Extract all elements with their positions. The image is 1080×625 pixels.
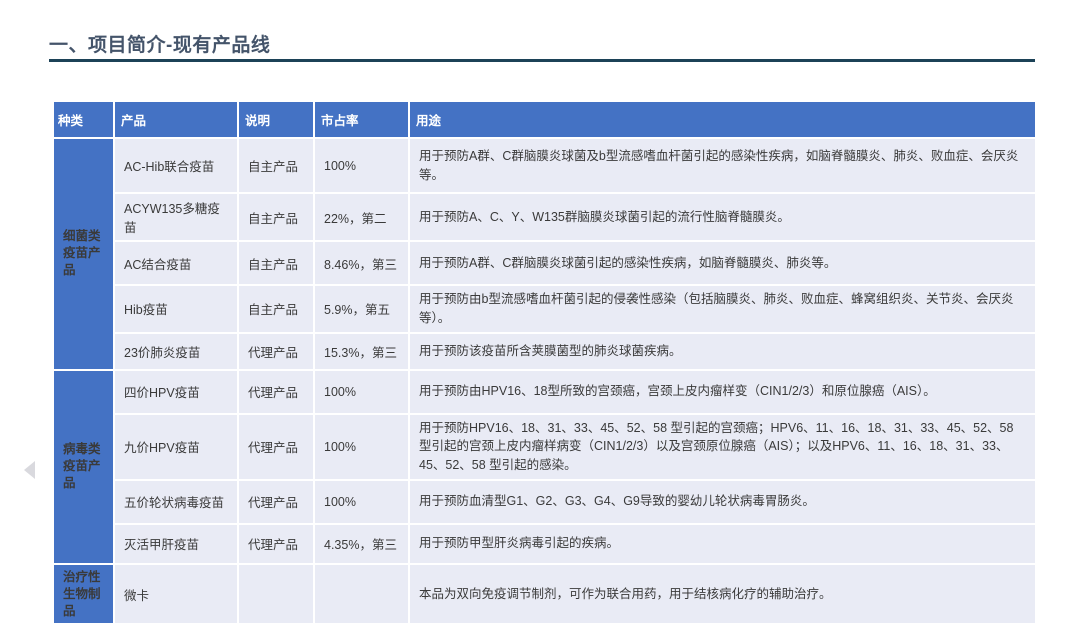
type-cell: 自主产品: [238, 241, 314, 285]
type-cell: 代理产品: [238, 480, 314, 524]
table-row: Hib疫苗 自主产品 5.9%，第五 用于预防由b型流感嗜血杆菌引起的侵袭性感染…: [53, 285, 1036, 333]
share-cell: [314, 564, 409, 625]
column-header-market-share: 市占率: [314, 101, 409, 138]
category-cell-therapeutic: 治疗性生物制品: [53, 564, 114, 625]
type-cell: 自主产品: [238, 138, 314, 193]
usage-cell: 用于预防A群、C群脑膜炎球菌引起的感染性疾病，如脑脊髓膜炎、肺炎等。: [409, 241, 1036, 285]
page-title: 一、项目简介-现有产品线: [49, 30, 270, 57]
usage-cell: 用于预防A、C、Y、W135群脑膜炎球菌引起的流行性脑脊髓膜炎。: [409, 193, 1036, 241]
share-cell: 15.3%，第三: [314, 333, 409, 370]
share-cell: 100%: [314, 480, 409, 524]
title-divider: [49, 59, 1035, 62]
usage-cell: 用于预防A群、C群脑膜炎球菌及b型流感嗜血杆菌引起的感染性疾病，如脑脊髓膜炎、肺…: [409, 138, 1036, 193]
prev-slide-arrow[interactable]: [24, 461, 35, 479]
table-row: 九价HPV疫苗 代理产品 100% 用于预防HPV16、18、31、33、45、…: [53, 414, 1036, 480]
table-row: 23价肺炎疫苗 代理产品 15.3%，第三 用于预防该疫苗所含荚膜菌型的肺炎球菌…: [53, 333, 1036, 370]
header-row: 种类 产品 说明 市占率 用途: [53, 101, 1036, 138]
usage-cell: 用于预防该疫苗所含荚膜菌型的肺炎球菌疾病。: [409, 333, 1036, 370]
category-cell-viral: 病毒类疫苗产品: [53, 370, 114, 564]
table-row: AC结合疫苗 自主产品 8.46%，第三 用于预防A群、C群脑膜炎球菌引起的感染…: [53, 241, 1036, 285]
usage-cell: 用于预防HPV16、18、31、33、45、52、58 型引起的宫颈癌；HPV6…: [409, 414, 1036, 480]
share-cell: 100%: [314, 138, 409, 193]
type-cell: 代理产品: [238, 524, 314, 564]
product-cell: ACYW135多糖疫苗: [114, 193, 238, 241]
table-row: ACYW135多糖疫苗 自主产品 22%，第二 用于预防A、C、Y、W135群脑…: [53, 193, 1036, 241]
product-cell: 九价HPV疫苗: [114, 414, 238, 480]
product-cell: AC-Hib联合疫苗: [114, 138, 238, 193]
table-row: 治疗性生物制品 微卡 本品为双向免疫调节制剂，可作为联合用药，用于结核病化疗的辅…: [53, 564, 1036, 625]
usage-cell: 用于预防甲型肝炎病毒引起的疾病。: [409, 524, 1036, 564]
type-cell: 自主产品: [238, 193, 314, 241]
usage-cell: 用于预防由b型流感嗜血杆菌引起的侵袭性感染（包括脑膜炎、肺炎、败血症、蜂窝组织炎…: [409, 285, 1036, 333]
column-header-product: 产品: [114, 101, 238, 138]
share-cell: 22%，第二: [314, 193, 409, 241]
table-row: 细菌类疫苗产品 AC-Hib联合疫苗 自主产品 100% 用于预防A群、C群脑膜…: [53, 138, 1036, 193]
type-cell: 自主产品: [238, 285, 314, 333]
table-row: 五价轮状病毒疫苗 代理产品 100% 用于预防血清型G1、G2、G3、G4、G9…: [53, 480, 1036, 524]
share-cell: 4.35%，第三: [314, 524, 409, 564]
column-header-usage: 用途: [409, 101, 1036, 138]
product-cell: 微卡: [114, 564, 238, 625]
product-cell: 23价肺炎疫苗: [114, 333, 238, 370]
usage-cell: 本品为双向免疫调节制剂，可作为联合用药，用于结核病化疗的辅助治疗。: [409, 564, 1036, 625]
slide: { "slide": { "title": "一、项目简介-现有产品线", "c…: [0, 0, 1080, 612]
type-cell: [238, 564, 314, 625]
share-cell: 100%: [314, 414, 409, 480]
table-row: 病毒类疫苗产品 四价HPV疫苗 代理产品 100% 用于预防由HPV16、18型…: [53, 370, 1036, 414]
type-cell: 代理产品: [238, 370, 314, 414]
share-cell: 5.9%，第五: [314, 285, 409, 333]
product-cell: 灭活甲肝疫苗: [114, 524, 238, 564]
category-cell-bacterial: 细菌类疫苗产品: [53, 138, 114, 370]
usage-cell: 用于预防血清型G1、G2、G3、G4、G9导致的婴幼儿轮状病毒胃肠炎。: [409, 480, 1036, 524]
share-cell: 100%: [314, 370, 409, 414]
product-cell: 五价轮状病毒疫苗: [114, 480, 238, 524]
product-cell: Hib疫苗: [114, 285, 238, 333]
type-cell: 代理产品: [238, 333, 314, 370]
product-table: 种类 产品 说明 市占率 用途 细菌类疫苗产品 AC-Hib联合疫苗 自主产品 …: [52, 100, 1037, 625]
share-cell: 8.46%，第三: [314, 241, 409, 285]
column-header-category: 种类: [53, 101, 114, 138]
usage-cell: 用于预防由HPV16、18型所致的宫颈癌，宫颈上皮内瘤样变（CIN1/2/3）和…: [409, 370, 1036, 414]
product-cell: AC结合疫苗: [114, 241, 238, 285]
type-cell: 代理产品: [238, 414, 314, 480]
product-cell: 四价HPV疫苗: [114, 370, 238, 414]
column-header-description: 说明: [238, 101, 314, 138]
table-row: 灭活甲肝疫苗 代理产品 4.35%，第三 用于预防甲型肝炎病毒引起的疾病。: [53, 524, 1036, 564]
